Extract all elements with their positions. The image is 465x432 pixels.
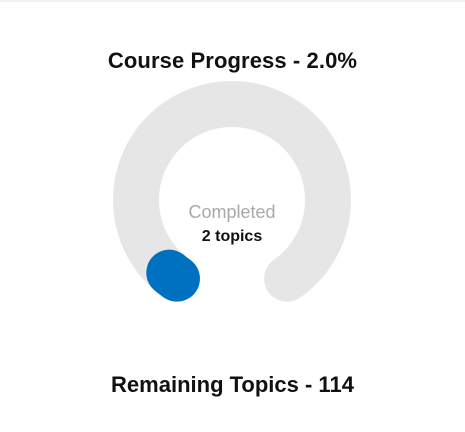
gauge-fill [146, 249, 200, 302]
gauge-center-label: Completed [188, 202, 276, 222]
gauge-center-value: 2 topics [201, 228, 263, 245]
remaining-topics-text: Remaining Topics - 114 [111, 372, 354, 397]
course-progress-card: Course Progress - 2.0% Completed 2 topic… [0, 0, 465, 432]
